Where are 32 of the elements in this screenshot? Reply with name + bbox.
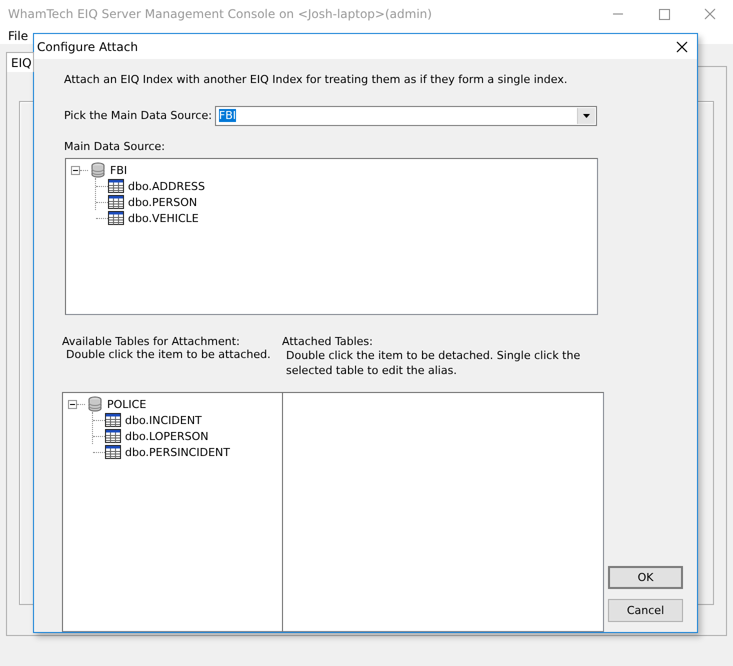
- table-icon: [108, 195, 124, 210]
- dialog-button[interactable]: Cancel: [608, 599, 683, 622]
- section-label: Main Data Source:: [64, 140, 166, 155]
- tree-item[interactable]: FBI: [106, 164, 128, 177]
- menu-item[interactable]: File: [8, 29, 28, 43]
- field-label: Pick the Main Data Source:: [64, 109, 212, 122]
- dialog-title: Configure Attach: [37, 40, 139, 54]
- window-title: WhamTech EIQ Server Management Console on <Josh-laptop>(admin): [8, 7, 433, 21]
- hint-text: Double click the item to be detached. Single click the selected table to edit the alias.: [285, 348, 582, 378]
- tree-item[interactable]: dbo.VEHICLE: [124, 212, 199, 225]
- dialog-button[interactable]: OK: [608, 566, 683, 589]
- description-text: Attach an EIQ Index with another EIQ Index for treating them as if they form a single index.: [64, 73, 568, 88]
- collapse-toggle[interactable]: [68, 400, 77, 408]
- data-source-dropdown[interactable]: FBI: [214, 106, 597, 126]
- tree-item[interactable]: POLICE: [103, 398, 146, 410]
- table-icon: [105, 429, 121, 443]
- tree-item[interactable]: dbo.LOPERSON: [121, 430, 208, 442]
- table-icon: [105, 413, 121, 427]
- tree-item[interactable]: dbo.INCIDENT: [121, 414, 202, 426]
- tree-item[interactable]: dbo.ADDRESS: [124, 180, 206, 193]
- section-label: Available Tables for Attachment:: [62, 335, 241, 348]
- tab[interactable]: EIQ: [6, 52, 34, 72]
- collapse-toggle[interactable]: [71, 166, 80, 175]
- hint-text: Double click the item to be attached.: [65, 348, 272, 362]
- tree-item[interactable]: dbo.PERSON: [124, 196, 198, 209]
- table-icon: [108, 211, 124, 226]
- table-icon: [108, 179, 124, 194]
- table-icon: [105, 445, 121, 459]
- dropdown-arrow-icon: [583, 114, 590, 118]
- tree-item[interactable]: dbo.PERSINCIDENT: [121, 446, 230, 458]
- section-label: Attached Tables:: [282, 335, 374, 348]
- close-icon[interactable]: [676, 40, 688, 52]
